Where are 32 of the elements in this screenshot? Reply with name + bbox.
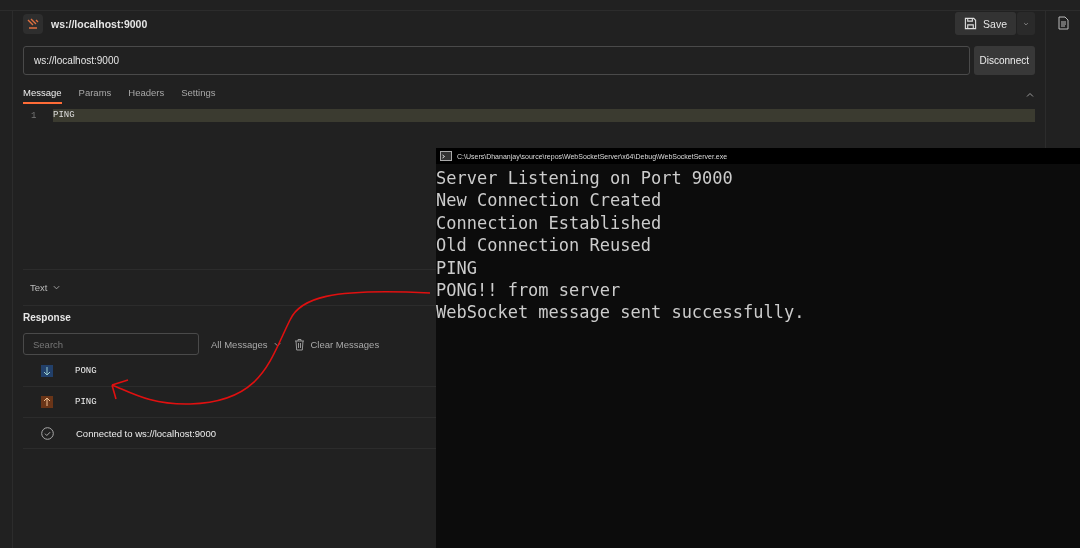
tab[interactable]: Message xyxy=(23,86,62,104)
response-heading: Response xyxy=(23,312,71,325)
save-button[interactable]: Save xyxy=(955,12,1016,35)
message-filter-dropdown[interactable]: All Messages xyxy=(211,338,282,350)
console-line: Server Listening on Port 9000 xyxy=(436,167,734,190)
chevron-down-icon xyxy=(52,283,62,292)
check-circle-icon xyxy=(41,426,54,440)
format-dropdown[interactable]: Text xyxy=(30,282,62,293)
tab[interactable]: Params xyxy=(78,86,112,104)
line-number: 1 xyxy=(30,110,38,121)
console-line: Old Connection Reused xyxy=(436,234,652,257)
message-text[interactable]: PONG xyxy=(75,366,97,376)
clear-messages-button[interactable]: Clear Messages xyxy=(293,337,380,351)
console-line: New Connection Created xyxy=(436,189,663,212)
up-arrow-icon xyxy=(41,396,53,408)
console-line: Connection Established xyxy=(436,211,663,235)
console-line: PING xyxy=(436,256,478,280)
trash-icon xyxy=(293,337,305,351)
document-icon[interactable] xyxy=(1057,16,1069,30)
request-title: ws://localhost:9000 xyxy=(51,17,148,30)
message-text[interactable]: PING xyxy=(75,397,97,407)
url-field[interactable]: ws://localhost:9000 xyxy=(23,46,970,75)
console-line: WebSocket message sent successfully. xyxy=(436,301,806,324)
console-icon xyxy=(440,151,452,161)
collapse-icon[interactable] xyxy=(1025,90,1035,100)
down-arrow-icon xyxy=(41,365,53,377)
disconnect-button[interactable]: Disconnect xyxy=(973,46,1035,75)
search-field[interactable]: Search xyxy=(23,333,199,355)
console-line: PONG!! from server xyxy=(436,279,622,302)
message-text[interactable]: Connected to ws://localhost:9000 xyxy=(76,427,216,439)
tab[interactable]: Headers xyxy=(128,86,165,104)
tab[interactable]: Settings xyxy=(181,86,216,104)
